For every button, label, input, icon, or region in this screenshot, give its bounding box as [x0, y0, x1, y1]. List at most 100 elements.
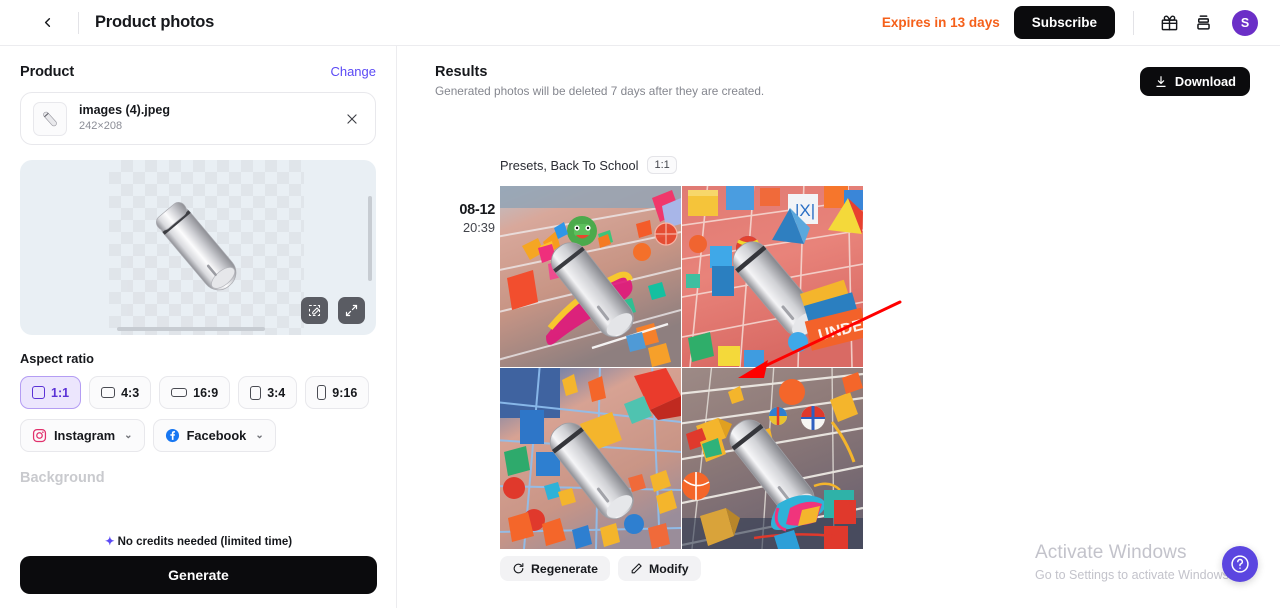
left-panel-footer: ✦ No credits needed (limited time) Genera… — [0, 534, 396, 608]
aspect-ratio-4-3[interactable]: 4:3 — [89, 376, 152, 409]
product-file-name: images (4).jpeg — [79, 103, 170, 117]
back-button[interactable] — [30, 6, 64, 40]
pencil-icon — [631, 563, 642, 574]
expand-icon — [345, 304, 358, 317]
aspect-ratio-16-9[interactable]: 16:9 — [159, 376, 231, 409]
facebook-icon — [165, 428, 179, 443]
chevron-left-icon — [44, 18, 50, 27]
result-timestamp: 08-12 20:39 — [435, 202, 495, 235]
left-panel: Product Change images (4).jpeg 242×208 A… — [0, 46, 397, 608]
aspect-ratio-9-16-label: 9:16 — [332, 385, 358, 400]
generated-photo-3 — [500, 368, 681, 549]
result-caption-row: Presets, Back To School 1:1 — [500, 154, 863, 176]
result-actions: Regenerate Modify — [500, 556, 863, 581]
aspect-ratio-4-3-label: 4:3 — [121, 385, 140, 400]
magic-eraser-icon — [308, 304, 321, 317]
thermos-bottle-illustration — [155, 201, 237, 290]
credits-note: ✦ No credits needed (limited time) — [20, 534, 377, 556]
stack-button[interactable] — [1186, 6, 1220, 40]
product-file-dimensions: 242×208 — [79, 120, 123, 132]
social-preset-options: Instagram ⌄ Facebook ⌄ — [20, 419, 376, 452]
ratio-glyph-icon — [317, 385, 327, 400]
sparkle-icon: ✦ — [104, 536, 115, 548]
generate-button[interactable]: Generate — [20, 556, 377, 594]
canvas-horizontal-scrollbar[interactable] — [117, 327, 265, 331]
close-icon — [347, 113, 357, 124]
credits-text: No credits needed (limited time) — [117, 536, 293, 548]
help-button[interactable] — [1222, 546, 1258, 582]
modify-label: Modify — [648, 561, 689, 576]
result-preset-name: Presets, Back To School — [500, 157, 639, 173]
expand-button[interactable] — [338, 297, 365, 324]
regenerate-button[interactable]: Regenerate — [500, 556, 610, 581]
modify-button[interactable]: Modify — [617, 556, 701, 581]
product-label: Product — [20, 64, 75, 80]
background-section-label: Background — [20, 470, 105, 486]
result-image-4[interactable] — [682, 368, 863, 549]
canvas-vertical-scrollbar[interactable] — [368, 196, 372, 281]
aspect-ratio-16-9-label: 16:9 — [193, 385, 219, 400]
canvas-tools — [301, 297, 365, 324]
instagram-preset-dropdown[interactable]: Instagram ⌄ — [20, 419, 145, 452]
remove-product-button[interactable] — [341, 108, 363, 130]
product-thumbnail — [33, 101, 67, 136]
result-time: 20:39 — [462, 220, 495, 235]
stack-icon — [1196, 15, 1210, 30]
watermark-subtitle: Go to Settings to activate Windows. — [1035, 568, 1233, 582]
result-image-grid: |X| UNDER — [500, 186, 863, 549]
gift-button[interactable] — [1152, 6, 1186, 40]
product-canvas[interactable] — [20, 160, 376, 335]
instagram-label: Instagram — [54, 428, 116, 443]
facebook-preset-dropdown[interactable]: Facebook ⌄ — [152, 419, 276, 452]
top-header: Product photos Expires in 13 days Subscr… — [0, 0, 1280, 46]
results-subtitle: Generated photos will be deleted 7 days … — [435, 84, 765, 98]
header-action-divider — [1133, 10, 1134, 35]
subscribe-button[interactable]: Subscribe — [1013, 6, 1115, 39]
download-button[interactable]: Download — [1139, 67, 1250, 96]
instagram-icon — [32, 428, 47, 443]
magic-eraser-button[interactable] — [301, 297, 328, 324]
product-file-meta: images (4).jpeg 242×208 — [79, 103, 329, 134]
right-panel: Results Generated photos will be deleted… — [397, 46, 1280, 608]
aspect-ratio-3-4[interactable]: 3:4 — [238, 376, 298, 409]
result-ratio-badge: 1:1 — [647, 156, 677, 174]
aspect-ratio-1-1-label: 1:1 — [51, 385, 70, 400]
ratio-glyph-icon — [171, 388, 188, 397]
aspect-ratio-label: Aspect ratio — [20, 351, 94, 366]
result-group: 08-12 20:39 Presets, Back To School 1:1 — [435, 154, 902, 581]
generated-photo-1 — [500, 186, 681, 367]
generated-photo-2: |X| UNDER — [682, 186, 863, 367]
download-icon — [1156, 75, 1166, 87]
product-file-card[interactable]: images (4).jpeg 242×208 — [20, 92, 376, 145]
aspect-ratio-9-16[interactable]: 9:16 — [305, 376, 370, 409]
chevron-down-icon: ⌄ — [124, 430, 133, 441]
product-section-header: Product Change — [20, 46, 376, 80]
change-product-link[interactable]: Change — [330, 64, 376, 79]
gift-icon — [1161, 15, 1177, 31]
avatar[interactable]: S — [1232, 9, 1258, 36]
app-root: Product photos Expires in 13 days Subscr… — [0, 0, 1280, 608]
header-divider — [78, 11, 79, 34]
chevron-down-icon: ⌄ — [255, 430, 264, 441]
question-mark-icon — [1231, 555, 1249, 573]
generated-photo-4 — [682, 368, 863, 549]
result-content: Presets, Back To School 1:1 |X| UNDER Re… — [500, 154, 902, 581]
result-image-2[interactable]: |X| UNDER — [682, 186, 863, 367]
regenerate-label: Regenerate — [531, 561, 598, 576]
left-panel-content: Product Change images (4).jpeg 242×208 A… — [0, 46, 396, 486]
ratio-glyph-icon — [101, 387, 116, 398]
refresh-icon — [513, 563, 524, 574]
result-image-3[interactable] — [500, 368, 681, 549]
ratio-glyph-icon — [32, 386, 45, 399]
expiry-status: Expires in 13 days — [881, 15, 1000, 30]
facebook-label: Facebook — [186, 428, 247, 443]
aspect-ratio-1-1[interactable]: 1:1 — [20, 376, 82, 409]
aspect-ratio-options: 1:1 4:3 16:9 3:4 9:16 — [20, 376, 376, 409]
result-date: 08-12 — [459, 202, 495, 218]
results-title: Results — [435, 64, 488, 80]
header-actions: Expires in 13 days Subscribe S — [882, 6, 1280, 40]
page-title: Product photos — [95, 13, 215, 31]
download-label: Download — [1174, 74, 1236, 89]
result-image-1[interactable] — [500, 186, 681, 367]
aspect-ratio-3-4-label: 3:4 — [267, 385, 286, 400]
